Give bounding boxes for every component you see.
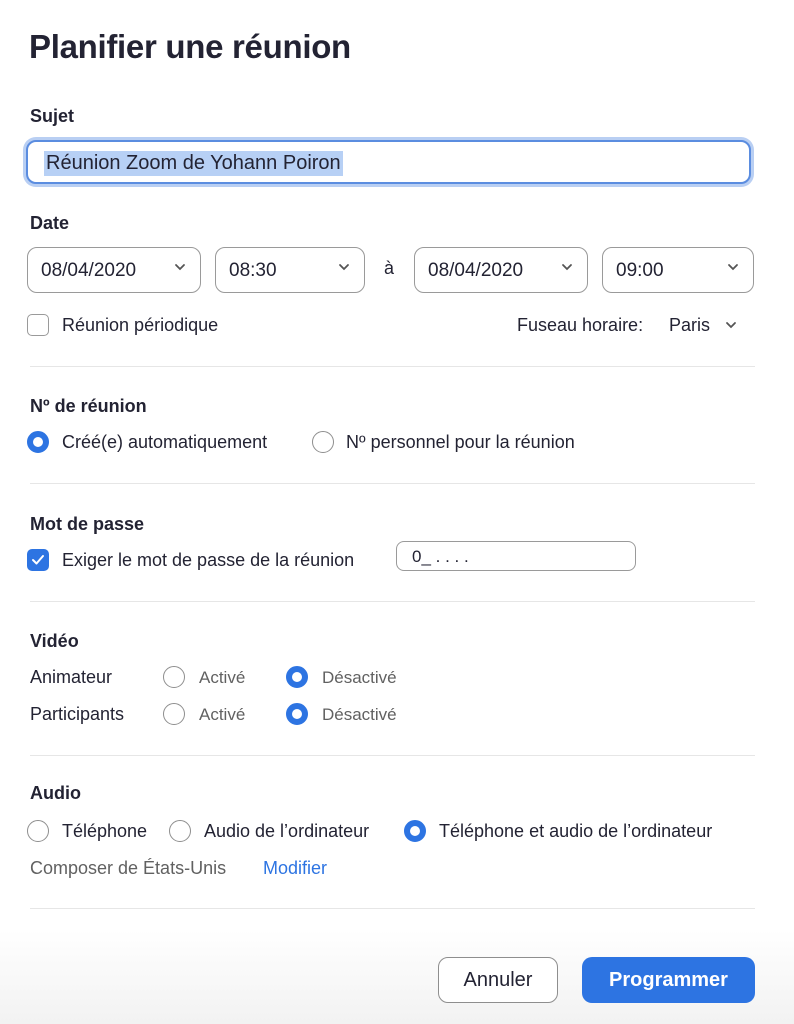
chevron-down-icon — [562, 264, 572, 271]
audio-both-radio[interactable] — [404, 820, 426, 842]
audio-label: Audio — [30, 783, 81, 803]
start-date-value: 08/04/2020 — [41, 260, 137, 281]
audio-phone-radio[interactable] — [27, 820, 49, 842]
divider — [30, 483, 755, 484]
audio-both-label: Téléphone et audio de l’ordinateur — [439, 821, 713, 841]
date-label: Date — [30, 213, 70, 233]
require-password-checkbox[interactable] — [27, 549, 49, 571]
end-date-value: 08/04/2020 — [428, 260, 524, 281]
audio-computer-radio[interactable] — [169, 820, 191, 842]
end-time-select[interactable]: 09:00 — [602, 247, 754, 293]
timezone-select[interactable]: Paris — [669, 315, 736, 336]
page-title: Planifier une réunion — [29, 28, 351, 65]
timezone-value: Paris — [669, 315, 711, 335]
video-host-off-radio[interactable] — [286, 666, 308, 688]
cancel-button[interactable]: Annuler — [438, 957, 558, 1003]
end-date-select[interactable]: 08/04/2020 — [414, 247, 588, 293]
password-label: Mot de passe — [30, 514, 145, 534]
chevron-down-icon — [175, 264, 185, 271]
video-label: Vidéo — [30, 631, 79, 651]
video-host-on-radio[interactable] — [163, 666, 185, 688]
meeting-id-auto-label: Créé(e) automatiquement — [62, 432, 268, 452]
subject-input-value: Réunion Zoom de Yohann Poiron — [44, 151, 343, 176]
video-participants-off-radio[interactable] — [286, 703, 308, 725]
chevron-down-icon — [726, 322, 736, 329]
chevron-down-icon — [728, 264, 738, 271]
password-input-value: 0_ . . . . — [412, 547, 469, 566]
divider — [30, 755, 755, 756]
meeting-id-label: Nº de réunion — [30, 396, 147, 416]
edit-dial-link[interactable]: Modifier — [263, 858, 327, 879]
video-host-off-label: Désactivé — [322, 668, 397, 687]
meeting-id-personal-label: Nº personnel pour la réunion — [346, 432, 575, 452]
end-time-value: 09:00 — [616, 260, 664, 281]
meeting-id-personal-radio[interactable] — [312, 431, 334, 453]
start-time-select[interactable]: 08:30 — [215, 247, 365, 293]
start-time-value: 08:30 — [229, 260, 277, 281]
date-to-label: à — [384, 258, 395, 278]
video-participants-label: Participants — [30, 704, 125, 724]
recurring-checkbox[interactable] — [27, 314, 49, 336]
video-participants-on-label: Activé — [199, 705, 246, 724]
video-host-on-label: Activé — [199, 668, 246, 687]
audio-computer-label: Audio de l’ordinateur — [204, 821, 370, 841]
timezone-label: Fuseau horaire: — [517, 315, 644, 335]
start-date-select[interactable]: 08/04/2020 — [27, 247, 201, 293]
subject-input[interactable]: Réunion Zoom de Yohann Poiron — [26, 140, 751, 184]
subject-label: Sujet — [30, 106, 75, 126]
require-password-label: Exiger le mot de passe de la réunion — [62, 550, 355, 570]
video-participants-on-radio[interactable] — [163, 703, 185, 725]
recurring-label: Réunion périodique — [62, 315, 219, 335]
schedule-button[interactable]: Programmer — [582, 957, 755, 1003]
meeting-id-auto-radio[interactable] — [27, 431, 49, 453]
video-participants-off-label: Désactivé — [322, 705, 397, 724]
divider — [30, 908, 755, 909]
checkmark-icon — [32, 555, 44, 565]
chevron-down-icon — [339, 264, 349, 271]
video-host-label: Animateur — [30, 667, 113, 687]
dial-from-label: Composer de États-Unis — [30, 858, 227, 878]
divider — [30, 366, 755, 367]
password-input[interactable]: 0_ . . . . — [396, 541, 636, 571]
audio-phone-label: Téléphone — [62, 821, 148, 841]
divider — [30, 601, 755, 602]
